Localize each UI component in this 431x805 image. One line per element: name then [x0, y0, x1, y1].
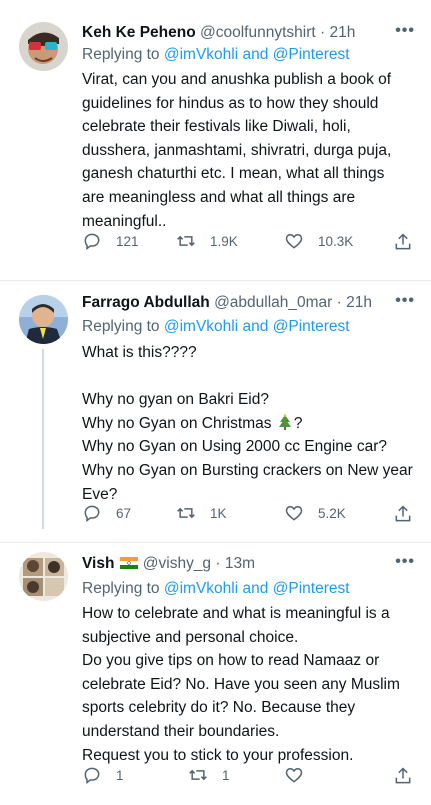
retweet-button[interactable]: 1K [176, 501, 227, 525]
share-button[interactable] [393, 502, 413, 526]
tweet-header: Farrago Abdullah @abdullah_0mar · 21h [82, 292, 417, 314]
replying-to: Replying to @imVkohli and @Pinterest [82, 578, 350, 600]
share-icon [395, 233, 411, 250]
tweet-actions: 1 1 [82, 763, 419, 787]
avatar[interactable] [19, 22, 68, 71]
replying-to: Replying to @imVkohli and @Pinterest [82, 44, 350, 66]
display-name[interactable]: Keh Ke Peheno [82, 24, 196, 41]
tweet-header: Keh Ke Peheno @coolfunnytshirt · 21h [82, 22, 417, 44]
tweet-actions: 121 1.9K 10.3K [82, 229, 419, 253]
avatar[interactable] [19, 552, 68, 601]
retweet-count: 1K [210, 505, 227, 521]
like-count: 10.3K [318, 233, 354, 249]
christmas-tree-emoji [278, 413, 291, 430]
like-icon [285, 767, 303, 783]
replying-to-links[interactable]: @imVkohli and @Pinterest [164, 318, 350, 335]
handle-and-time: @vishy_g · 13m [142, 555, 255, 572]
tweet-text-line: Why no gyan on Bakri Eid? [82, 391, 269, 409]
tweet[interactable]: Farrago Abdullah @abdullah_0mar · 21h ••… [0, 281, 431, 543]
tweet-text-line: Why no Gyan on Using 2000 cc Engine car? [82, 438, 388, 456]
replying-to-label: Replying to [82, 318, 160, 335]
display-name[interactable]: Vish [82, 555, 114, 572]
handle-and-time: @abdullah_0mar · 21h [214, 294, 372, 311]
more-icon[interactable]: ••• [395, 22, 415, 40]
tweet-text-line: subjective and personal choice. [82, 628, 299, 646]
tweet-feed: Keh Ke Peheno @coolfunnytshirt · 21h •••… [0, 0, 431, 805]
tweet-text-line: sports celebrity do it? No. Because they [82, 699, 356, 717]
reply-count: 1 [116, 767, 124, 783]
tweet-text-line: celebrate their festivals like Diwali, h… [82, 118, 351, 136]
retweet-button[interactable]: 1 [188, 763, 230, 787]
like-count: 5.2K [318, 505, 346, 521]
share-button[interactable] [393, 764, 413, 788]
retweet-icon [177, 507, 195, 519]
reply-button[interactable]: 121 [82, 229, 139, 253]
like-button[interactable]: 5.2K [284, 501, 346, 525]
tweet-text-line: dusshera, janmashtami, shivratri, durga … [82, 141, 392, 159]
replying-to-links[interactable]: @imVkohli and @Pinterest [164, 580, 350, 597]
tweet-text-line: Why no Gyan on Christmas ? [82, 412, 417, 436]
retweet-count: 1 [222, 767, 230, 783]
handle-and-time: @coolfunnytshirt · 21h [200, 24, 356, 41]
like-icon [285, 233, 303, 249]
tweet-text-line: What is this???? [82, 344, 197, 361]
avatar[interactable] [19, 295, 68, 344]
like-icon [285, 505, 303, 521]
tweet-text-line: Do you give tips on how to read Namaaz o… [82, 652, 380, 670]
tweet-text-fragment: Why no Gyan on Christmas [82, 414, 272, 432]
replying-to-label: Replying to [82, 46, 160, 63]
reply-count: 67 [116, 505, 132, 521]
like-button[interactable] [284, 763, 318, 787]
retweet-icon [189, 769, 207, 781]
reply-button[interactable]: 1 [82, 763, 124, 787]
tweet-text-line: Why no Gyan on Bursting crackers on New … [82, 461, 413, 479]
reply-icon [84, 233, 100, 250]
tweet-text-line: celebrate Eid? No. Have you seen any Mus… [82, 675, 400, 693]
retweet-icon [177, 235, 195, 247]
tweet[interactable]: Keh Ke Peheno @coolfunnytshirt · 21h •••… [0, 0, 431, 281]
tweet-text: How to celebrate and what is meaningful … [82, 602, 417, 767]
more-icon[interactable]: ••• [395, 292, 415, 310]
tweet-text-fragment: ? [293, 414, 303, 432]
share-button[interactable] [393, 230, 413, 254]
replying-to-label: Replying to [82, 580, 160, 597]
tweet-header: Vish @vishy_g · 13m [82, 553, 417, 575]
reply-button[interactable]: 67 [82, 501, 131, 525]
replying-to: Replying to @imVkohli and @Pinterest [82, 316, 350, 338]
tweet-text-line: are meaningless and what all things are [82, 188, 356, 206]
thread-line [42, 349, 44, 529]
share-icon [395, 505, 411, 522]
india-flag-emoji [120, 557, 139, 569]
retweet-button[interactable]: 1.9K [176, 229, 238, 253]
tweet[interactable]: Vish @vishy_g · 13m ••• Replying to @imV… [0, 543, 431, 805]
tweet-text: What is this???? Why no gyan on Bakri Ei… [82, 341, 417, 506]
more-icon[interactable]: ••• [395, 553, 415, 571]
like-button[interactable]: 10.3K [284, 229, 353, 253]
tweet-text: Virat, can you and anushka publish a boo… [82, 68, 417, 233]
tweet-text-line: understand their boundaries. [82, 722, 280, 740]
retweet-count: 1.9K [210, 233, 238, 249]
tweet-text-line: guidelines for hindus as to how they sho… [82, 94, 379, 112]
replying-to-links[interactable]: @imVkohli and @Pinterest [164, 46, 350, 63]
share-icon [395, 767, 411, 784]
reply-icon [84, 767, 100, 784]
reply-count: 121 [116, 233, 139, 249]
tweet-actions: 67 1K 5.2K [82, 501, 419, 525]
reply-icon [84, 505, 100, 522]
tweet-text-line: Virat, can you and anushka publish a boo… [82, 71, 392, 88]
tweet-text-line: How to celebrate and what is meaningful … [82, 605, 390, 622]
tweet-text-line: ganesh chaturthi etc. I mean, what all t… [82, 165, 385, 183]
display-name[interactable]: Farrago Abdullah [82, 294, 210, 311]
